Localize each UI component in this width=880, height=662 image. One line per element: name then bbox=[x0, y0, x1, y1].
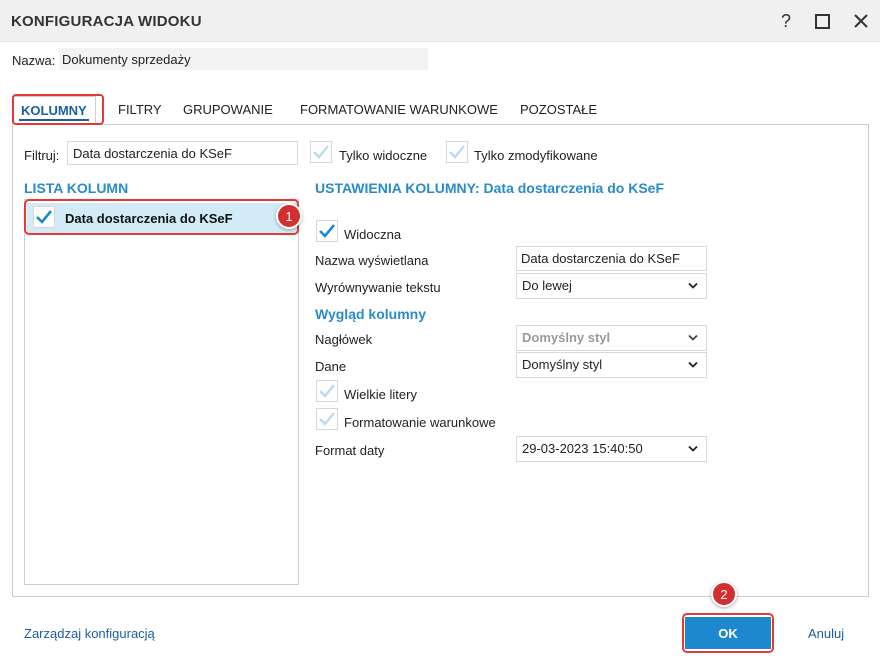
column-list-title: LISTA KOLUMN bbox=[24, 180, 129, 196]
window-title: KONFIGURACJA WIDOKU bbox=[11, 13, 202, 30]
chevron-down-icon bbox=[688, 361, 698, 368]
check-icon bbox=[319, 224, 335, 238]
display-name-label: Nazwa wyświetlana bbox=[315, 253, 429, 268]
data-style-label: Dane bbox=[315, 359, 347, 374]
alignment-label: Wyrównywanie tekstu bbox=[315, 280, 441, 295]
visible-checkbox[interactable] bbox=[316, 220, 338, 242]
check-icon bbox=[319, 384, 335, 398]
step-badge-2: 2 bbox=[711, 581, 737, 607]
date-format-value: 29-03-2023 15:40:50 bbox=[522, 441, 643, 456]
tab-filtry[interactable]: FILTRY bbox=[118, 96, 162, 124]
uppercase-checkbox[interactable] bbox=[316, 380, 338, 402]
only-visible-checkbox[interactable] bbox=[310, 141, 332, 163]
check-icon bbox=[36, 210, 52, 224]
conditional-formatting-checkbox[interactable] bbox=[316, 408, 338, 430]
filter-label: Filtruj: bbox=[24, 148, 60, 163]
chevron-down-icon bbox=[688, 445, 698, 452]
date-format-label: Format daty bbox=[315, 443, 385, 458]
date-format-select[interactable]: 29-03-2023 15:40:50 bbox=[516, 436, 707, 462]
tab-grupowanie[interactable]: GRUPOWANIE bbox=[183, 96, 273, 124]
list-item[interactable]: Data dostarczenia do KSeF bbox=[27, 203, 297, 233]
check-icon bbox=[449, 145, 465, 159]
display-name-input[interactable] bbox=[516, 246, 707, 271]
only-visible-label: Tylko widoczne bbox=[339, 148, 428, 163]
chevron-down-icon bbox=[688, 334, 698, 341]
conditional-formatting-label: Formatowanie warunkowe bbox=[344, 415, 496, 430]
data-style-select[interactable]: Domyślny styl bbox=[516, 352, 707, 378]
tab-kolumny[interactable]: KOLUMNY bbox=[12, 96, 96, 125]
check-icon bbox=[319, 412, 335, 426]
title-bar: KONFIGURACJA WIDOKU ? bbox=[0, 0, 880, 42]
header-style-value: Domyślny styl bbox=[522, 330, 611, 345]
check-icon bbox=[313, 145, 329, 159]
data-style-value: Domyślny styl bbox=[522, 357, 603, 372]
close-icon[interactable] bbox=[849, 9, 873, 33]
step-badge-1: 1 bbox=[276, 203, 302, 229]
chevron-down-icon bbox=[688, 282, 698, 289]
visible-label: Widoczna bbox=[344, 227, 402, 242]
help-icon[interactable]: ? bbox=[774, 9, 798, 33]
header-style-label: Nagłówek bbox=[315, 332, 373, 347]
filter-input[interactable] bbox=[67, 141, 298, 165]
ok-button[interactable]: OK bbox=[685, 617, 771, 649]
list-item-label: Data dostarczenia do KSeF bbox=[65, 211, 233, 226]
column-list bbox=[24, 199, 299, 585]
settings-title: USTAWIENIA KOLUMNY: Data dostarczenia do… bbox=[315, 180, 664, 196]
alignment-value: Do lewej bbox=[522, 278, 572, 293]
tab-pozostale[interactable]: POZOSTAŁE bbox=[520, 96, 597, 124]
header-style-select[interactable]: Domyślny styl bbox=[516, 325, 707, 351]
only-modified-checkbox[interactable] bbox=[446, 141, 468, 163]
column-visible-checkbox[interactable] bbox=[33, 206, 55, 228]
uppercase-label: Wielkie litery bbox=[344, 387, 417, 402]
cancel-link[interactable]: Anuluj bbox=[808, 626, 844, 641]
name-input[interactable] bbox=[59, 48, 428, 70]
name-label: Nazwa: bbox=[12, 53, 56, 68]
only-modified-label: Tylko zmodyfikowane bbox=[474, 148, 598, 163]
tab-formatowanie-warunkowe[interactable]: FORMATOWANIE WARUNKOWE bbox=[300, 96, 498, 124]
manage-configuration-link[interactable]: Zarządzaj konfiguracją bbox=[24, 626, 155, 641]
alignment-select[interactable]: Do lewej bbox=[516, 273, 707, 299]
appearance-title: Wygląd kolumny bbox=[315, 306, 426, 322]
maximize-icon[interactable] bbox=[810, 9, 834, 33]
